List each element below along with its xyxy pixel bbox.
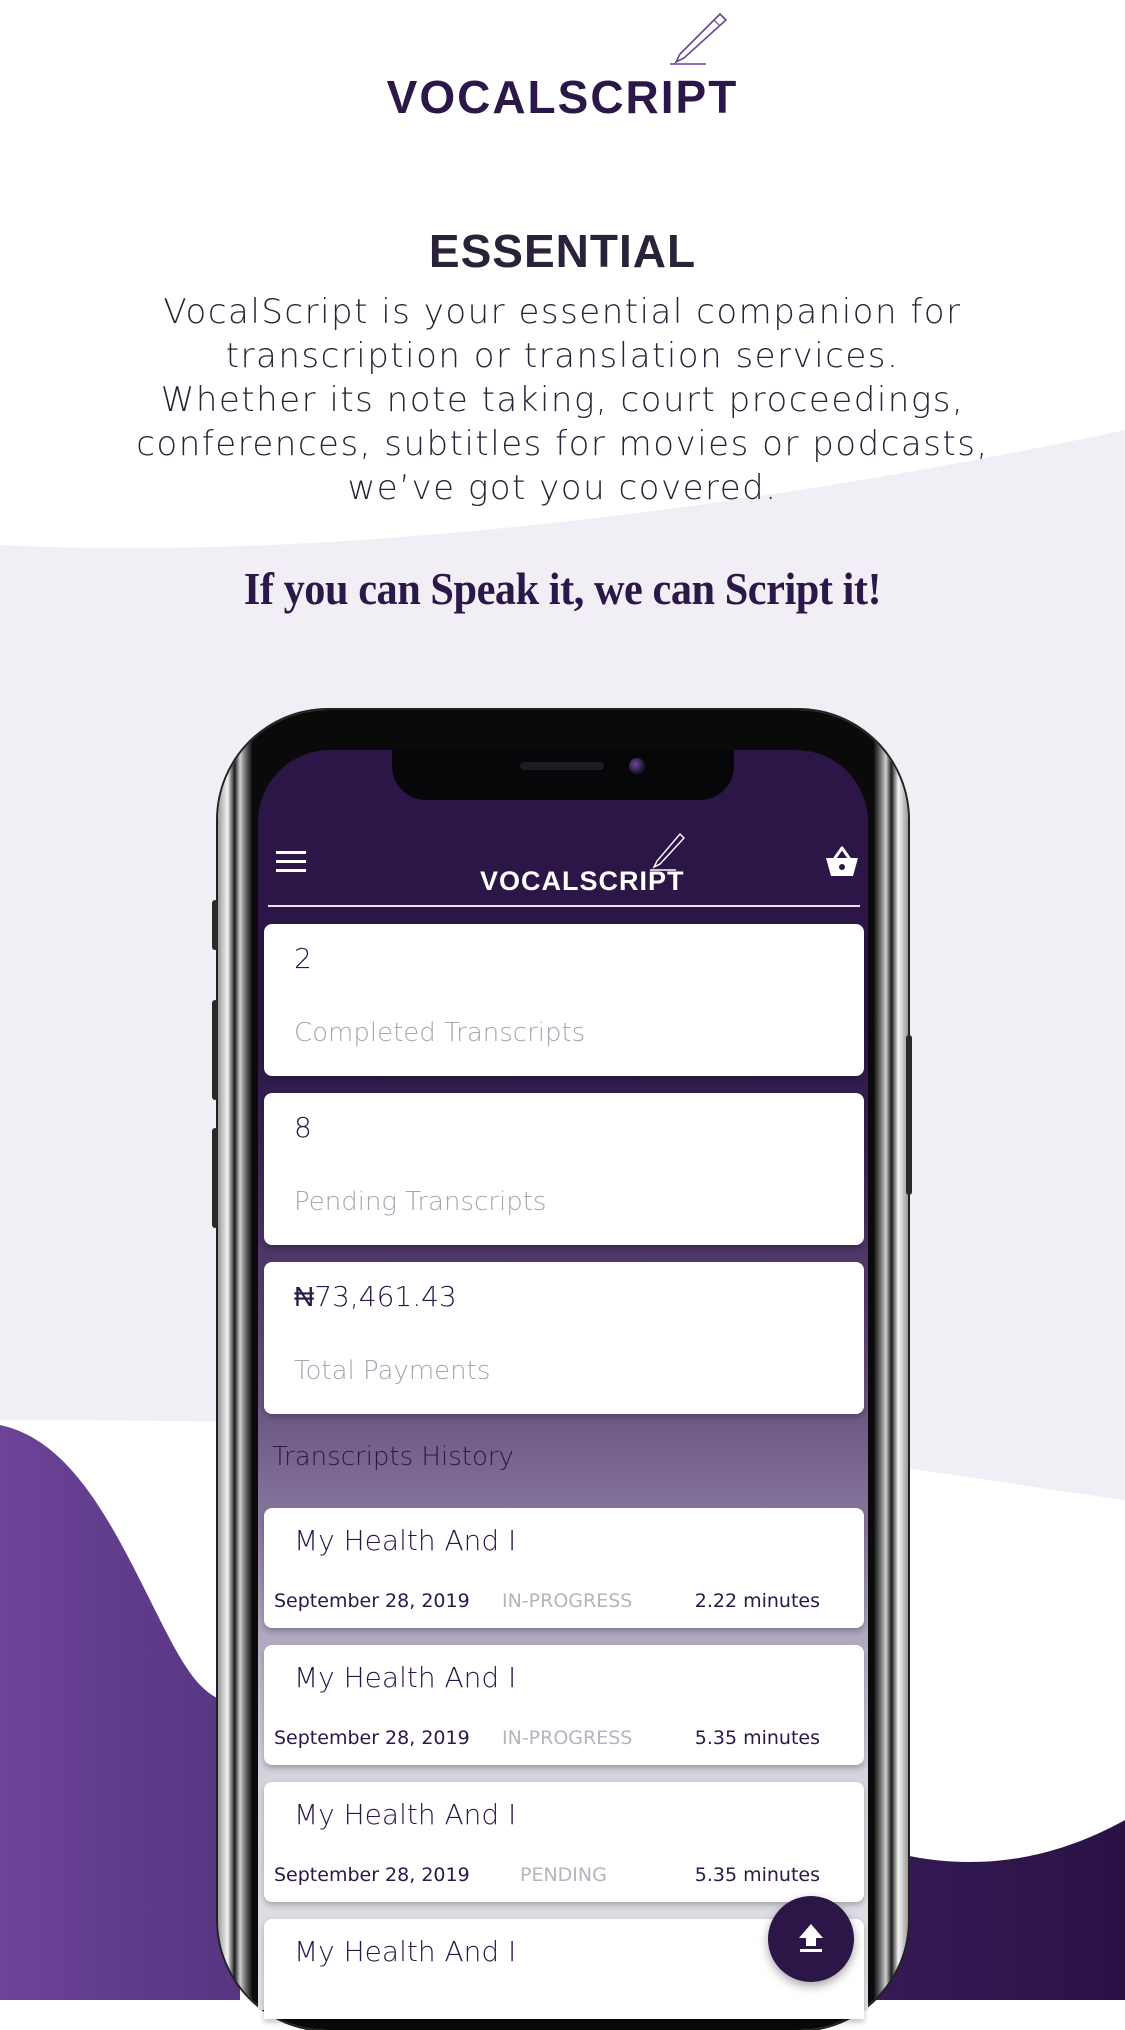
history-item-date: September 28, 2019: [274, 1590, 470, 1612]
basket-icon[interactable]: [824, 846, 860, 878]
history-item-duration: 5.35 minutes: [694, 1727, 820, 1749]
app-logo: VOCALSCRIPT: [470, 828, 690, 898]
history-item-duration: 2.22 minutes: [694, 1590, 820, 1612]
history-item[interactable]: My Health And I September 28, 2019 PENDI…: [264, 1782, 864, 1902]
intro-line: Whether its note taking, court proceedin…: [160, 380, 965, 420]
phone-speaker: [520, 762, 604, 770]
brand-logo: VOCALSCRIPT: [0, 12, 1125, 123]
history-item-duration: 5.35 minutes: [694, 1864, 820, 1886]
history-item-date: September 28, 2019: [274, 1727, 470, 1749]
left-purple-wave: [0, 1425, 240, 2000]
stat-label: Total Payments: [294, 1356, 491, 1386]
brand-name: VOCALSCRIPT: [386, 71, 739, 123]
history-section-title: Transcripts History: [272, 1442, 514, 1472]
phone-volume-down: [212, 1128, 218, 1228]
stat-label: Completed Transcripts: [294, 1018, 586, 1048]
stat-card-completed[interactable]: 2 Completed Transcripts: [264, 924, 864, 1076]
intro-line: we’ve got you covered.: [347, 468, 778, 508]
history-item[interactable]: My Health And I September 28, 2019 IN-PR…: [264, 1645, 864, 1765]
stat-value: 8: [294, 1111, 312, 1144]
phone-volume-up: [212, 1000, 218, 1100]
stat-value: 2: [294, 942, 312, 975]
header-divider: [268, 905, 860, 907]
history-item-status: PENDING: [520, 1864, 607, 1886]
history-item-status: IN-PROGRESS: [502, 1590, 633, 1612]
phone-camera: [629, 758, 645, 774]
history-item-title: My Health And I: [294, 1524, 517, 1557]
intro-line: conferences, subtitles for movies or pod…: [136, 424, 989, 464]
intro-line: transcription or translation services.: [225, 336, 900, 376]
pen-icon: [670, 12, 728, 65]
intro-paragraph: VocalScript is your essential companion …: [60, 290, 1065, 510]
history-item-title: My Health And I: [294, 1798, 517, 1831]
stat-card-pending[interactable]: 8 Pending Transcripts: [264, 1093, 864, 1245]
phone-notch: [392, 750, 734, 800]
phone-mute-switch: [212, 900, 218, 950]
upload-button[interactable]: [768, 1896, 854, 1982]
section-heading: ESSENTIAL: [428, 225, 697, 277]
history-item-title: My Health And I: [294, 1661, 517, 1694]
stat-label: Pending Transcripts: [294, 1187, 547, 1217]
upload-icon: [799, 1924, 823, 1952]
history-item-status: IN-PROGRESS: [502, 1727, 633, 1749]
history-item[interactable]: My Health And I September 28, 2019 IN-PR…: [264, 1508, 864, 1628]
stat-card-payments[interactable]: ₦73,461.43 Total Payments: [264, 1262, 864, 1414]
history-item-title: My Health And I: [294, 1935, 517, 1968]
hamburger-menu-icon[interactable]: [276, 851, 306, 873]
history-item-date: September 28, 2019: [274, 1864, 470, 1886]
intro-line: VocalScript is your essential companion …: [163, 292, 962, 332]
stat-value: ₦73,461.43: [294, 1280, 457, 1313]
phone-power-button: [906, 1035, 912, 1195]
app-logo-text: VOCALSCRIPT: [480, 866, 685, 896]
tagline: If you can Speak it, we can Script it!: [243, 563, 882, 614]
